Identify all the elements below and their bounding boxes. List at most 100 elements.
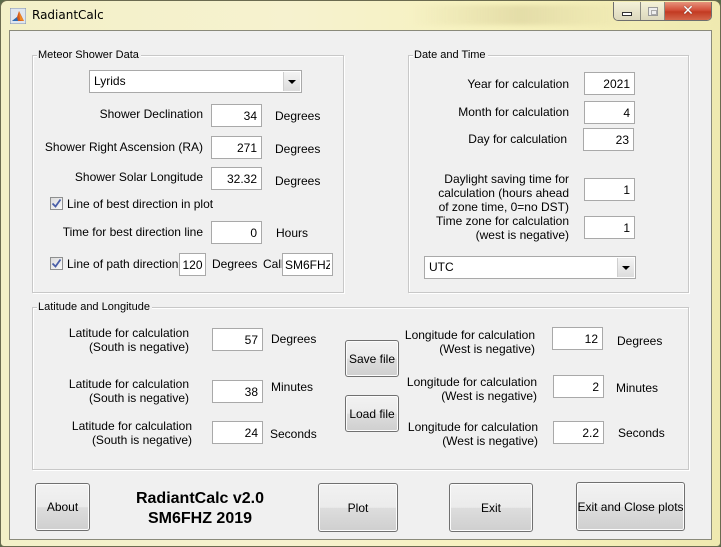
lat-seconds-label-line: (South is negative)	[91, 433, 192, 447]
time-reference-value: UTC	[429, 260, 454, 274]
checkmark-icon	[51, 198, 62, 208]
lat-minutes-unit: Minutes	[271, 380, 314, 394]
solar-longitude-input[interactable]	[211, 167, 262, 190]
solar-longitude-label: Shower Solar Longitude	[74, 170, 203, 184]
day-input[interactable]	[583, 128, 634, 151]
lon-degrees-unit: Degrees	[617, 334, 663, 348]
app-window: RadiantCalc ✕ Meteor Shower Data Lyrids …	[0, 0, 721, 547]
lat-degrees-label: Latitude for calculation (South is negat…	[69, 326, 189, 354]
path-direction-input[interactable]	[179, 253, 206, 276]
panel-title: Meteor Shower Data	[37, 48, 141, 62]
exit-button[interactable]: Exit	[449, 483, 533, 532]
lat-seconds-unit: Seconds	[270, 427, 317, 441]
month-input[interactable]	[584, 101, 635, 124]
close-button[interactable]: ✕	[665, 2, 711, 20]
date-time-panel: Date and Time Year for calculation Month…	[408, 48, 689, 293]
time-reference-select[interactable]: UTC	[424, 256, 636, 279]
path-direction-unit: Degrees	[212, 257, 258, 271]
lon-minutes-label-line: Longitude for calculation	[406, 375, 537, 389]
minimize-icon	[622, 12, 632, 16]
lon-minutes-unit: Minutes	[616, 381, 659, 395]
best-direction-time-unit: Hours	[276, 226, 309, 240]
path-direction-label: Line of path direction	[67, 257, 179, 271]
checkmark-icon	[51, 258, 62, 268]
lon-seconds-unit: Seconds	[618, 426, 665, 440]
dst-label-line: of zone time, 0=no DST)	[438, 200, 569, 214]
lon-minutes-label: Longitude for calculation (West is negat…	[407, 375, 537, 403]
lat-minutes-label-line: Latitude for calculation	[68, 377, 189, 391]
lat-seconds-input[interactable]	[212, 421, 263, 444]
background-window-title-blur	[411, 5, 631, 25]
lon-seconds-input[interactable]	[553, 421, 604, 444]
right-ascension-label: Shower Right Ascension (RA)	[44, 140, 203, 154]
time-zone-label: Time zone for calculation (west is negat…	[436, 214, 569, 242]
lon-degrees-label-line: Longitude for calculation	[404, 328, 535, 342]
lon-degrees-label-line: (West is negative)	[439, 342, 535, 356]
app-name-text: RadiantCalc v2.0	[135, 490, 265, 507]
time-zone-input[interactable]	[584, 216, 635, 239]
window-controls: ✕	[613, 2, 712, 21]
shower-select[interactable]: Lyrids	[89, 70, 302, 93]
minimize-button[interactable]	[614, 2, 641, 20]
panel-title: Date and Time	[413, 48, 488, 62]
lat-degrees-unit: Degrees	[271, 332, 317, 346]
lon-minutes-input[interactable]	[553, 375, 604, 398]
load-file-button[interactable]: Load file	[345, 395, 399, 432]
lon-seconds-label-line: Longitude for calculation	[407, 420, 538, 434]
declination-input[interactable]	[211, 104, 262, 127]
year-input[interactable]	[584, 72, 635, 95]
window-title: RadiantCalc	[32, 8, 104, 22]
right-ascension-unit: Degrees	[275, 142, 321, 156]
best-direction-time-input[interactable]	[211, 221, 262, 244]
save-file-button[interactable]: Save file	[345, 340, 399, 377]
call-input[interactable]	[282, 253, 333, 276]
exit-and-close-plots-button[interactable]: Exit and Close plots	[576, 482, 685, 531]
figure-client-area: Meteor Shower Data Lyrids Shower Declina…	[9, 30, 712, 540]
shower-select-value: Lyrids	[94, 74, 126, 88]
lon-degrees-label: Longitude for calculation (West is negat…	[405, 328, 535, 356]
declination-unit: Degrees	[275, 109, 321, 123]
lat-minutes-input[interactable]	[212, 380, 263, 403]
path-direction-checkbox[interactable]	[50, 257, 63, 270]
time-zone-label-line: (west is negative)	[475, 228, 569, 242]
close-icon: ✕	[682, 3, 694, 19]
month-label: Month for calculation	[458, 105, 569, 119]
lon-seconds-label-line: (West is negative)	[442, 434, 538, 448]
year-label: Year for calculation	[467, 77, 569, 91]
lat-seconds-label-line: Latitude for calculation	[71, 419, 192, 433]
day-label: Day for calculation	[468, 132, 567, 146]
time-zone-label-line: Time zone for calculation	[436, 214, 569, 228]
chevron-down-icon[interactable]	[617, 258, 634, 277]
title-bar[interactable]: RadiantCalc ✕	[1, 1, 720, 31]
dst-label-line: calculation (hours ahead	[438, 186, 569, 200]
plot-button[interactable]: Plot	[318, 483, 398, 532]
lat-minutes-label-line: (South is negative)	[88, 391, 189, 405]
app-version-label: RadiantCalc v2.0 SM6FHZ 2019	[120, 489, 280, 529]
right-ascension-input[interactable]	[211, 136, 262, 159]
dst-input[interactable]	[584, 178, 635, 201]
lon-minutes-label-line: (West is negative)	[441, 389, 537, 403]
best-direction-time-label: Time for best direction line	[62, 225, 203, 239]
solar-longitude-unit: Degrees	[275, 174, 321, 188]
lon-seconds-label: Longitude for calculation (West is negat…	[408, 420, 538, 448]
panel-title: Latitude and Longitude	[37, 300, 152, 314]
maximize-button[interactable]	[641, 2, 665, 20]
best-direction-label: Line of best direction in plot	[67, 197, 214, 211]
maximize-icon	[647, 6, 658, 16]
chevron-down-icon[interactable]	[283, 72, 300, 91]
dst-label-line: Daylight saving time for	[444, 172, 569, 186]
call-label: Call	[263, 257, 284, 271]
matlab-logo-icon	[9, 7, 27, 25]
dst-label: Daylight saving time for calculation (ho…	[438, 172, 569, 214]
about-button[interactable]: About	[35, 483, 90, 531]
lat-minutes-label: Latitude for calculation (South is negat…	[69, 377, 189, 405]
declination-label: Shower Declination	[99, 107, 203, 121]
lat-lon-panel: Latitude and Longitude Latitude for calc…	[32, 300, 689, 470]
credit-text: SM6FHZ 2019	[147, 510, 253, 527]
lat-degrees-input[interactable]	[212, 328, 263, 351]
best-direction-checkbox[interactable]	[50, 197, 63, 210]
lat-degrees-label-line: (South is negative)	[88, 340, 189, 354]
lat-degrees-label-line: Latitude for calculation	[68, 326, 189, 340]
lon-degrees-input[interactable]	[552, 327, 603, 350]
meteor-shower-panel: Meteor Shower Data Lyrids Shower Declina…	[32, 48, 344, 293]
